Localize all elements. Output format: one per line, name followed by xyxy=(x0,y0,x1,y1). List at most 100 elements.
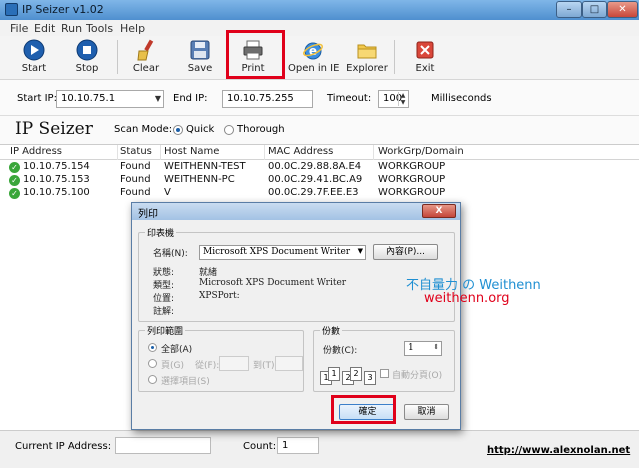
dialog-title-bar: 列印 X xyxy=(132,203,460,220)
thorough-radio[interactable] xyxy=(224,125,234,135)
app-icon xyxy=(5,3,18,16)
end-ip-label: End IP: xyxy=(173,93,208,104)
ok-highlight-box xyxy=(331,395,396,424)
open-in-ie-button[interactable]: e Open in IE xyxy=(288,36,339,78)
start-ip-label: Start IP: xyxy=(17,93,57,104)
to-page-field[interactable] xyxy=(275,356,303,371)
from-page-field[interactable] xyxy=(219,356,249,371)
table-row[interactable]: ✓ 10.10.75.100 Found V 00.0C.29.7F.EE.E3… xyxy=(0,187,639,200)
folder-icon xyxy=(357,44,377,59)
cell-host: WEITHENN-TEST xyxy=(164,161,246,172)
end-ip-field[interactable]: 10.10.75.255 xyxy=(222,90,313,108)
menu-help[interactable]: Help xyxy=(120,22,145,35)
printer-status-label: 狀態: xyxy=(153,268,175,278)
brand-title: IP Seizer xyxy=(15,119,93,139)
timeout-stepper[interactable]: 100 ▲ ▼ xyxy=(378,90,409,108)
timeout-label: Timeout: xyxy=(327,93,372,104)
website-link[interactable]: http://www.alexnolan.net xyxy=(487,445,630,456)
spin-arrows-icon[interactable]: ⇕ xyxy=(433,343,439,351)
copies-stepper[interactable]: 1 ⇕ xyxy=(404,341,442,356)
from-label: 從(F): xyxy=(195,361,220,371)
column-status[interactable]: Status xyxy=(120,146,152,157)
all-pages-label: 全部(A) xyxy=(161,345,193,355)
cell-status: Found xyxy=(120,174,151,185)
spin-arrows-icon[interactable]: ▲ ▼ xyxy=(398,92,407,106)
minimize-button[interactable]: – xyxy=(556,1,582,18)
printer-name-value: Microsoft XPS Document Writer xyxy=(203,247,351,257)
exit-button[interactable]: Exit xyxy=(405,36,445,78)
menu-file[interactable]: File xyxy=(10,22,28,35)
quick-radio[interactable] xyxy=(173,125,183,135)
copies-group-title: 份數 xyxy=(320,324,343,337)
start-ip-value: 10.10.75.1 xyxy=(61,93,116,104)
thorough-label: Thorough xyxy=(237,124,285,135)
check-icon: ✓ xyxy=(9,188,20,199)
check-icon: ✓ xyxy=(9,162,20,173)
printer-name-label: 名稱(N): xyxy=(153,249,188,259)
column-mac-address[interactable]: MAC Address xyxy=(268,146,333,157)
column-divider[interactable] xyxy=(160,145,161,160)
copies-label: 份數(C): xyxy=(323,346,358,356)
print-range-title: 列印範圍 xyxy=(145,324,186,337)
to-label: 到(T): xyxy=(253,361,278,371)
cell-workgroup: WORKGROUP xyxy=(378,174,446,185)
selection-radio[interactable] xyxy=(148,375,157,384)
cell-ip: 10.10.75.154 xyxy=(23,161,90,172)
dialog-close-button[interactable]: X xyxy=(422,204,456,218)
column-workgroup[interactable]: WorkGrp/Domain xyxy=(378,146,464,157)
chevron-down-icon[interactable]: ▼ xyxy=(155,94,161,103)
collate-page-icon: 2 xyxy=(350,367,362,381)
cell-workgroup: WORKGROUP xyxy=(378,161,446,172)
printer-location-value: XPSPort: xyxy=(199,291,240,301)
menu-tools[interactable]: Tools xyxy=(86,22,113,35)
start-ip-combo[interactable]: 10.10.75.1 ▼ xyxy=(56,90,164,108)
dialog-title: 列印 xyxy=(138,209,158,220)
internet-explorer-icon: e xyxy=(303,42,323,60)
explorer-button[interactable]: Explorer xyxy=(346,36,388,78)
cell-host: WEITHENN-PC xyxy=(164,174,235,185)
printer-name-select[interactable]: Microsoft XPS Document Writer ▼ xyxy=(199,245,366,260)
column-divider[interactable] xyxy=(373,145,374,160)
toolbar: Start Stop Clear Save Print e Open in IE… xyxy=(0,36,639,80)
column-divider[interactable] xyxy=(264,145,265,160)
scan-mode-label: Scan Mode: xyxy=(114,124,173,135)
start-button[interactable]: Start xyxy=(14,36,54,78)
collate-checkbox[interactable] xyxy=(380,369,389,378)
close-button[interactable]: ✕ xyxy=(607,1,638,18)
printer-comment-label: 註解: xyxy=(153,307,175,317)
ip-range-row: Start IP: 10.10.75.1 ▼ End IP: 10.10.75.… xyxy=(0,80,639,116)
toolbar-separator xyxy=(117,40,118,74)
clear-button[interactable]: Clear xyxy=(126,36,166,78)
print-range-group: 列印範圍 全部(A) 頁(G) 從(F): 到(T): 選擇項目(S) xyxy=(138,324,304,392)
table-row[interactable]: ✓ 10.10.75.153 Found WEITHENN-PC 00.0C.2… xyxy=(0,174,639,187)
stop-button[interactable]: Stop xyxy=(67,36,107,78)
maximize-button[interactable]: □ xyxy=(582,1,607,18)
column-ip-address[interactable]: IP Address xyxy=(10,146,62,157)
page-range-radio[interactable] xyxy=(148,359,157,368)
check-icon: ✓ xyxy=(9,175,20,186)
all-pages-radio[interactable] xyxy=(148,343,157,352)
cell-mac: 00.0C.29.7F.EE.E3 xyxy=(268,187,359,198)
quick-label: Quick xyxy=(186,124,215,135)
collate-page-icon: 1 xyxy=(328,367,340,381)
cell-ip: 10.10.75.100 xyxy=(23,187,90,198)
watermark-line-2: weithenn.org xyxy=(424,291,510,306)
menu-edit[interactable]: Edit xyxy=(34,22,55,35)
printer-status-value: 就緒 xyxy=(199,268,218,278)
column-divider[interactable] xyxy=(117,145,118,160)
cancel-button[interactable]: 取消 xyxy=(404,404,449,420)
collate-page-icon: 3 xyxy=(364,371,376,385)
play-icon xyxy=(23,39,45,61)
properties-button[interactable]: 內容(P)... xyxy=(373,244,438,260)
chevron-down-icon[interactable]: ▼ xyxy=(358,247,363,255)
menu-run[interactable]: Run xyxy=(61,22,82,35)
status-bar: Current IP Address: Count: 1 http://www.… xyxy=(0,430,639,468)
cell-workgroup: WORKGROUP xyxy=(378,187,446,198)
printer-location-label: 位置: xyxy=(153,294,175,304)
table-row[interactable]: ✓ 10.10.75.154 Found WEITHENN-TEST 00.0C… xyxy=(0,161,639,174)
cell-ip: 10.10.75.153 xyxy=(23,174,90,185)
column-host-name[interactable]: Host Name xyxy=(164,146,219,157)
table-header: IP Address Status Host Name MAC Address … xyxy=(0,145,639,160)
printer-type-label: 類型: xyxy=(153,281,175,291)
save-button[interactable]: Save xyxy=(180,36,220,78)
